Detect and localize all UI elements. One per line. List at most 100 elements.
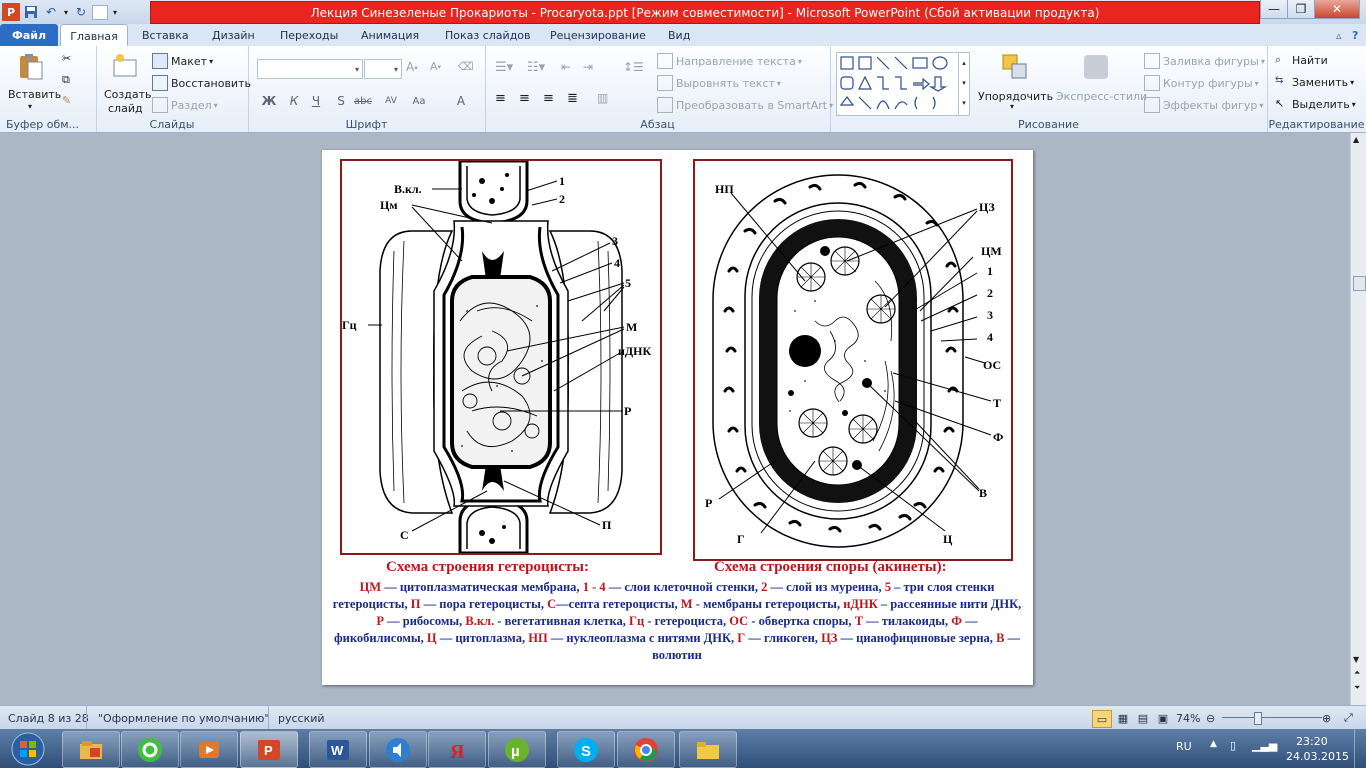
smartart-button[interactable]: Преобразовать в SmartArt ▾ (657, 97, 833, 113)
clock-time[interactable]: 23:20 (1296, 735, 1328, 748)
shapes-gallery[interactable]: ▴ ▾ ▾ (836, 52, 970, 116)
text-direction-button[interactable]: Направление текста ▾ (657, 53, 802, 69)
keyboard-language[interactable]: RU (1176, 740, 1192, 753)
font-color-button[interactable]: A (452, 92, 470, 110)
reading-view-icon[interactable]: ▤ (1134, 706, 1152, 730)
align-center-icon[interactable]: ≡ (519, 91, 530, 106)
new-slide-button-line2[interactable]: слайд (108, 102, 143, 115)
previous-slide-icon[interactable]: ⏶ (1354, 668, 1360, 678)
start-button[interactable] (4, 730, 52, 767)
scroll-down-icon[interactable]: ▼ (1353, 655, 1359, 664)
bullets-icon[interactable]: ☰▾ (495, 60, 513, 75)
char-spacing-button[interactable]: AV (382, 92, 400, 110)
shape-effects-button[interactable]: Эффекты фигур ▾ (1144, 97, 1263, 113)
zoom-slider[interactable] (1222, 717, 1322, 718)
minimize-button[interactable]: — (1260, 0, 1288, 19)
help-icon[interactable]: ? (1352, 24, 1358, 46)
taskbar-yandex[interactable]: Я (428, 731, 486, 768)
clock-date[interactable]: 24.03.2015 (1286, 750, 1349, 763)
new-slide-button[interactable]: Создать (104, 88, 152, 101)
zoom-in-icon[interactable]: ⊕ (1322, 706, 1331, 730)
shadow-button[interactable]: S (332, 92, 350, 110)
shrink-font-icon[interactable]: A ▾ (430, 60, 441, 73)
tab-transitions[interactable]: Переходы (280, 24, 338, 46)
align-left-icon[interactable]: ≡ (495, 91, 506, 106)
paste-dropdown-icon[interactable]: ▾ (28, 102, 32, 111)
taskbar-icq[interactable] (121, 731, 179, 768)
undo-dropdown-icon[interactable]: ▾ (62, 3, 70, 21)
battery-icon[interactable]: ▯ (1230, 739, 1236, 752)
taskbar-media-player[interactable] (180, 731, 238, 768)
bold-button[interactable]: Ж (260, 92, 278, 110)
zoom-slider-thumb[interactable] (1254, 712, 1262, 725)
copy-icon[interactable]: ⧉ (62, 73, 70, 87)
arrange-button[interactable]: Упорядочить (978, 90, 1053, 103)
tab-design[interactable]: Дизайн (212, 24, 255, 46)
grow-font-icon[interactable]: A ▴ (406, 60, 418, 74)
tab-animation[interactable]: Анимация (361, 24, 419, 46)
cut-icon[interactable]: ✂ (62, 52, 71, 65)
strikethrough-button[interactable]: abc (354, 92, 372, 110)
close-button[interactable]: ✕ (1314, 0, 1360, 19)
network-signal-icon[interactable]: ▁▃▅ (1252, 739, 1277, 752)
select-button[interactable]: ↖ Выделить ▾ (1275, 97, 1356, 111)
taskbar-audio[interactable] (369, 731, 427, 768)
start-slideshow-icon[interactable] (92, 4, 108, 20)
taskbar-powerpoint[interactable]: P (240, 731, 298, 768)
tab-file[interactable]: Файл (0, 24, 58, 46)
layout-button[interactable]: Макет ▾ (152, 53, 213, 69)
undo-icon[interactable]: ↶ (42, 3, 60, 21)
slide-canvas[interactable]: В.кл. Цм 1 2 3 4 5 М иДНК Р Гц С П НП ЦЗ… (322, 150, 1033, 685)
fit-slide-icon[interactable]: ⤢ (1344, 706, 1353, 730)
taskbar-chrome[interactable] (617, 731, 675, 768)
justify-icon[interactable]: ≣ (567, 91, 578, 106)
show-desktop-button[interactable] (1354, 729, 1366, 768)
taskbar-file-explorer[interactable] (62, 731, 120, 768)
theme-name[interactable]: "Оформление по умолчанию" (98, 706, 269, 730)
arrange-dropdown-icon[interactable]: ▾ (1010, 102, 1014, 111)
tab-home[interactable]: Главная (60, 24, 128, 47)
align-right-icon[interactable]: ≡ (543, 91, 554, 106)
font-size-select[interactable]: ▾ (364, 59, 402, 79)
scroll-thumb[interactable] (1353, 276, 1366, 291)
shape-fill-button[interactable]: Заливка фигуры ▾ (1144, 53, 1265, 69)
save-icon[interactable] (22, 3, 40, 21)
quick-styles-button[interactable]: Экспресс-стили (1056, 90, 1147, 103)
find-button[interactable]: ⌕ Найти (1275, 53, 1328, 67)
format-painter-icon[interactable]: ✎ (62, 94, 71, 107)
slideshow-view-icon[interactable]: ▣ (1154, 706, 1172, 730)
zoom-out-icon[interactable]: ⊖ (1206, 706, 1215, 730)
replace-button[interactable]: ⇆ Заменить ▾ (1275, 75, 1354, 89)
tray-expand-icon[interactable]: ▲ (1210, 739, 1217, 749)
slide-sorter-icon[interactable]: ▦ (1114, 706, 1132, 730)
tab-view[interactable]: Вид (668, 24, 690, 46)
align-text-button[interactable]: Выровнять текст ▾ (657, 75, 781, 91)
reset-button[interactable]: Восстановить (152, 75, 251, 91)
taskbar-skype[interactable]: S (557, 731, 615, 768)
arrange-icon[interactable] (1000, 52, 1030, 82)
next-slide-icon[interactable]: ⏷ (1354, 683, 1360, 693)
decrease-indent-icon[interactable]: ⇤ (561, 60, 571, 74)
tab-review[interactable]: Рецензирование (550, 24, 646, 46)
vertical-scrollbar[interactable]: ▲ ▼ ⏶ ⏷ (1350, 133, 1366, 705)
scroll-up-icon[interactable]: ▲ (1353, 135, 1359, 144)
taskbar-utorrent[interactable]: µ (488, 731, 546, 768)
powerpoint-logo-icon[interactable]: P (2, 3, 20, 21)
quick-styles-icon[interactable] (1081, 52, 1111, 82)
font-family-select[interactable]: ▾ (257, 59, 363, 79)
tab-slideshow[interactable]: Показ слайдов (445, 24, 531, 46)
new-slide-icon[interactable] (110, 52, 140, 82)
language-indicator[interactable]: русский (278, 706, 325, 730)
tab-insert[interactable]: Вставка (142, 24, 189, 46)
redo-icon[interactable]: ↻ (72, 3, 90, 21)
minimize-ribbon-icon[interactable]: ▵ (1336, 24, 1342, 46)
increase-indent-icon[interactable]: ⇥ (583, 60, 593, 74)
paste-button[interactable]: Вставить (8, 88, 61, 101)
change-case-button[interactable]: Aa (410, 92, 428, 110)
normal-view-icon[interactable]: ▭ (1092, 710, 1112, 728)
columns-icon[interactable]: ▥ (597, 91, 608, 105)
clear-formatting-icon[interactable]: ⌫ (458, 60, 474, 73)
italic-button[interactable]: К (285, 92, 303, 110)
taskbar-word[interactable]: W (309, 731, 367, 768)
line-spacing-icon[interactable]: ↕☰ (623, 60, 644, 74)
